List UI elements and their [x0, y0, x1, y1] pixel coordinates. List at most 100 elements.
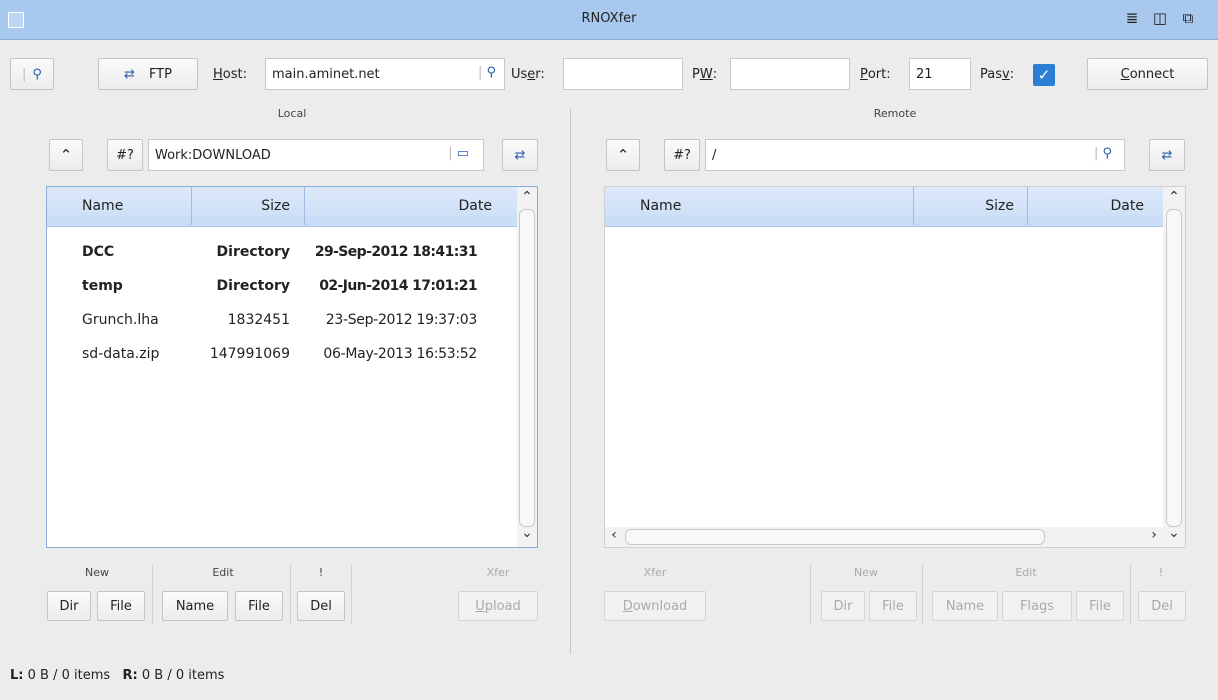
- local-vertical-scrollbar[interactable]: ⌃ ⌄: [517, 187, 537, 547]
- scroll-down-arrow[interactable]: ⌄: [1163, 525, 1185, 541]
- remote-parent-button[interactable]: ⌃: [606, 139, 640, 171]
- local-delete-button[interactable]: Del: [297, 591, 345, 621]
- search-button[interactable]: | ⚲: [10, 58, 54, 90]
- local-edit-file-button[interactable]: File: [235, 591, 283, 621]
- local-path-field[interactable]: Work:DOWNLOAD | ▭: [148, 139, 484, 171]
- file-date: 29-Sep-2012 18:41:31: [314, 244, 478, 260]
- scroll-down-arrow[interactable]: ⌄: [517, 525, 537, 541]
- host-lookup-icon[interactable]: | ⚲: [478, 65, 496, 80]
- remote-delete-button[interactable]: Del: [1138, 591, 1186, 621]
- user-label: Us e r:: [511, 66, 545, 82]
- status-bar: L: 0 B / 0 items R: 0 B / 0 items: [10, 668, 224, 683]
- remote-xfer-group-label: Xfer: [643, 566, 667, 579]
- local-filter-button[interactable]: #?: [107, 139, 143, 171]
- column-date[interactable]: Date: [1028, 187, 1144, 225]
- scroll-left-arrow[interactable]: ‹: [607, 527, 621, 543]
- connect-button[interactable]: Connect: [1087, 58, 1208, 90]
- list-item[interactable]: sd-data.zip 147991069 06-May-2013 16:53:…: [47, 337, 517, 371]
- file-name: DCC: [82, 244, 115, 260]
- swap-icon: ⇄: [124, 66, 135, 82]
- local-list-header: Name Size Date: [47, 187, 517, 227]
- remote-new-group-label: New: [854, 566, 878, 579]
- file-size: Directory: [216, 278, 290, 294]
- list-item[interactable]: temp Directory 02-Jun-2014 17:01:21: [47, 269, 517, 303]
- remote-edit-file-button[interactable]: File: [1076, 591, 1124, 621]
- status-left-value: 0 B / 0 items: [27, 668, 111, 683]
- local-parent-button[interactable]: ⌃: [49, 139, 83, 171]
- remote-flags-button[interactable]: Flags: [1002, 591, 1072, 621]
- download-button[interactable]: Download: [604, 591, 706, 621]
- remote-edit-group-label: Edit: [1015, 566, 1037, 579]
- remote-file-list[interactable]: Name Size Date ⌃ ⌄ ‹ ›: [604, 186, 1186, 548]
- remote-rename-button[interactable]: Name: [932, 591, 998, 621]
- password-field[interactable]: [730, 58, 850, 90]
- local-swap-button[interactable]: ⇄: [502, 139, 538, 171]
- file-name: Grunch.lha: [82, 312, 159, 328]
- local-rename-button[interactable]: Name: [162, 591, 228, 621]
- scroll-thumb[interactable]: [1166, 209, 1182, 527]
- iconify-icon[interactable]: ◫: [1150, 9, 1170, 29]
- column-name[interactable]: Name: [640, 187, 681, 225]
- user-field[interactable]: [563, 58, 683, 90]
- local-new-group-label: New: [85, 566, 109, 579]
- swap-icon: ⇄: [514, 147, 526, 163]
- depth-icon[interactable]: ⧉: [1178, 9, 1198, 29]
- local-new-dir-button[interactable]: Dir: [47, 591, 91, 621]
- local-bang-group-label: !: [318, 566, 324, 579]
- remote-new-file-button[interactable]: File: [869, 591, 917, 621]
- protocol-button[interactable]: ⇄ FTP: [98, 58, 198, 90]
- chevron-up-icon: ⌃: [59, 146, 73, 164]
- upload-label-rest: pload: [484, 598, 521, 614]
- column-size[interactable]: Size: [192, 187, 290, 225]
- divider-glyph: |: [22, 66, 27, 82]
- scroll-right-arrow[interactable]: ›: [1147, 527, 1161, 543]
- file-date: 06-May-2013 16:53:52: [323, 346, 477, 362]
- port-value: 21: [916, 66, 933, 82]
- folder-icon[interactable]: | ▭: [448, 146, 469, 161]
- group-divider: [810, 564, 811, 624]
- scroll-up-arrow[interactable]: ⌃: [1163, 189, 1185, 205]
- remote-vertical-scrollbar[interactable]: ⌃ ⌄: [1163, 187, 1185, 547]
- remote-horizontal-scrollbar[interactable]: ‹ ›: [605, 527, 1163, 547]
- group-divider: [351, 564, 352, 624]
- column-name[interactable]: Name: [82, 187, 123, 225]
- file-date: 23-Sep-2012 19:37:03: [325, 312, 478, 328]
- port-field[interactable]: 21: [909, 58, 971, 90]
- upload-button[interactable]: Upload: [458, 591, 538, 621]
- host-value: main.aminet.net: [272, 66, 380, 82]
- group-divider: [1130, 564, 1131, 624]
- scroll-thumb[interactable]: [519, 209, 535, 527]
- pane-divider[interactable]: [570, 108, 571, 654]
- connect-hotkey: C: [1120, 66, 1130, 82]
- scroll-up-arrow[interactable]: ⌃: [517, 189, 537, 205]
- remote-path-field[interactable]: / | ⚲: [705, 139, 1125, 171]
- pasv-checkbox[interactable]: ✓: [1033, 64, 1055, 86]
- search-icon[interactable]: | ⚲: [1094, 146, 1112, 161]
- status-right-value: 0 B / 0 items: [141, 668, 225, 683]
- menu-icon[interactable]: ≣: [1122, 9, 1142, 29]
- local-section-label: Local: [277, 107, 307, 120]
- column-date[interactable]: Date: [305, 187, 492, 225]
- remote-list-header: Name Size Date: [605, 187, 1163, 227]
- horizontal-scroll-thumb[interactable]: [625, 529, 1045, 545]
- list-item[interactable]: Grunch.lha 1832451 23-Sep-2012 19:37:03: [47, 303, 517, 337]
- file-size: 147991069: [209, 346, 290, 362]
- remote-swap-button[interactable]: ⇄: [1149, 139, 1185, 171]
- group-divider: [290, 564, 291, 624]
- host-label: Host:: [213, 66, 247, 82]
- column-size[interactable]: Size: [914, 187, 1014, 225]
- host-field[interactable]: main.aminet.net | ⚲: [265, 58, 505, 90]
- window-title: RNOXfer: [581, 11, 637, 26]
- local-path-value: Work:DOWNLOAD: [155, 147, 271, 163]
- remote-new-dir-button[interactable]: Dir: [821, 591, 865, 621]
- local-file-list[interactable]: Name Size Date DCC Directory 29-Sep-2012…: [46, 186, 538, 548]
- search-icon: ⚲: [32, 66, 42, 82]
- local-edit-group-label: Edit: [212, 566, 234, 579]
- file-date: 02-Jun-2014 17:01:21: [319, 278, 477, 294]
- title-bar: RNOXfer ≣ ◫ ⧉: [0, 0, 1218, 40]
- list-item[interactable]: DCC Directory 29-Sep-2012 18:41:31: [47, 235, 517, 269]
- upload-hotkey: U: [475, 598, 485, 614]
- local-new-file-button[interactable]: File: [97, 591, 145, 621]
- protocol-label: FTP: [148, 66, 172, 82]
- remote-filter-button[interactable]: #?: [664, 139, 700, 171]
